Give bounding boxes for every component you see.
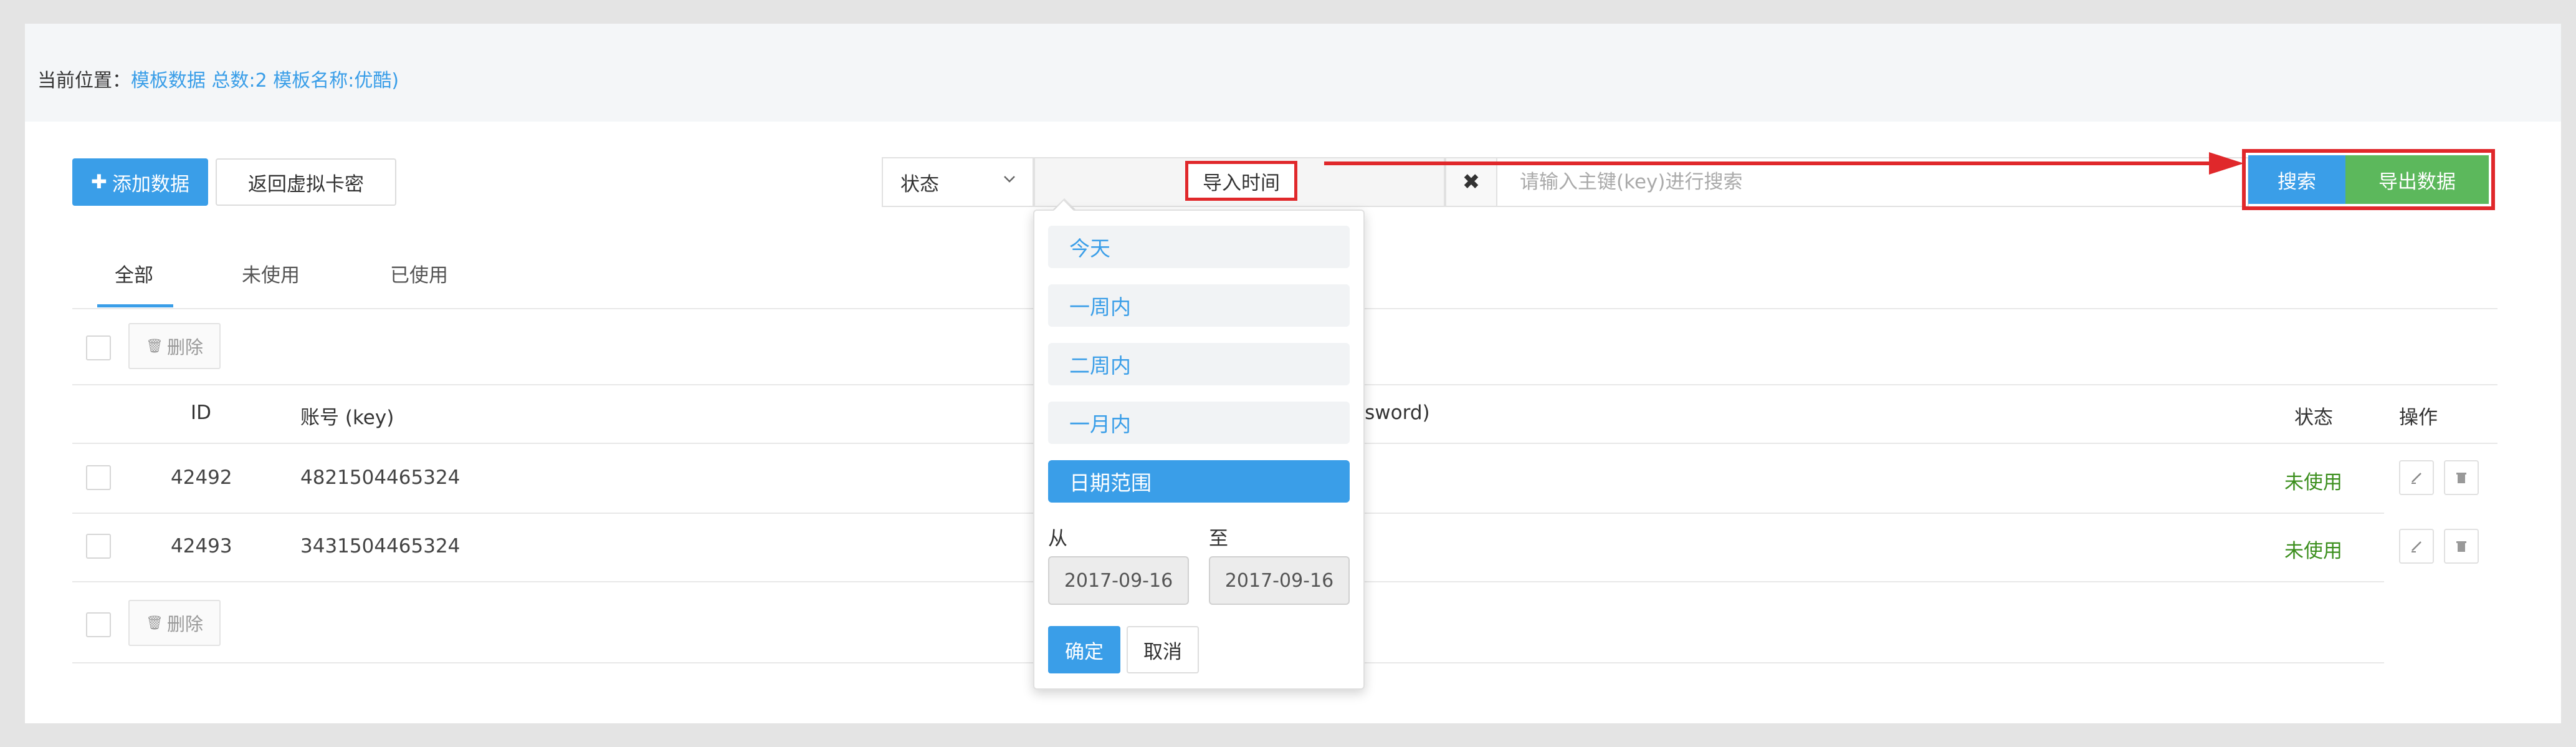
col-header-id: ID [191, 402, 212, 424]
bulk-delete-button[interactable]: 🗑 删除 [128, 323, 221, 369]
select-all-checkbox[interactable] [86, 612, 111, 637]
to-label: 至 [1209, 528, 1228, 550]
range-option-custom[interactable]: 日期范围 [1048, 460, 1350, 503]
bulk-delete-button[interactable]: 🗑 删除 [128, 600, 221, 646]
row-key: 3431504465324 [300, 535, 460, 557]
back-button[interactable]: 返回虚拟卡密 [216, 158, 396, 206]
col-header-status: 状态 [2294, 407, 2333, 429]
from-date-input[interactable]: 2017-09-16 [1048, 556, 1189, 605]
trash-icon: 🗑 [146, 615, 163, 631]
edit-icon[interactable] [2399, 460, 2434, 495]
trash-icon: 🗑 [146, 338, 163, 354]
breadcrumb-template: 模板名称:优酷) [273, 70, 399, 92]
date-range-dropdown: 今天 一周内 二周内 一月内 日期范围 从 至 2017-09-16 2017-… [1033, 201, 1365, 690]
bulk-delete-label: 删除 [166, 614, 203, 635]
breadcrumb-total: 总数:2 [211, 70, 267, 92]
status-select-label: 状态 [900, 173, 939, 196]
import-time-label[interactable]: 导入时间 [1185, 161, 1297, 201]
edit-icon[interactable] [2399, 529, 2434, 564]
dropdown-caret-inner [1053, 201, 1074, 211]
plus-icon: ✚ [91, 171, 107, 193]
chevron-down-icon [1001, 171, 1018, 191]
confirm-button[interactable]: 确定 [1048, 626, 1120, 673]
breadcrumb: 当前位置：模板数据 总数:2 模板名称:优酷) [37, 65, 399, 92]
active-tab-indicator [97, 304, 173, 307]
delete-icon[interactable] [2444, 460, 2479, 495]
range-option-today[interactable]: 今天 [1048, 226, 1350, 268]
range-option-week[interactable]: 一周内 [1048, 284, 1350, 327]
add-data-label: 添加数据 [112, 173, 189, 196]
range-option-month[interactable]: 一月内 [1048, 402, 1350, 444]
range-option-two-weeks[interactable]: 二周内 [1048, 343, 1350, 385]
add-data-button[interactable]: ✚ 添加数据 [72, 158, 208, 206]
status-select[interactable]: 状态 [882, 157, 1034, 207]
col-header-key: 账号 (key) [300, 407, 394, 429]
bulk-delete-label: 删除 [166, 337, 203, 358]
select-all-checkbox[interactable] [86, 335, 111, 360]
cancel-button[interactable]: 取消 [1127, 626, 1199, 673]
from-label: 从 [1048, 528, 1067, 550]
tab-used[interactable]: 已使用 [390, 259, 448, 287]
to-date-input[interactable]: 2017-09-16 [1209, 556, 1350, 605]
row-status: 未使用 [2284, 471, 2342, 494]
row-id: 42493 [171, 535, 232, 557]
highlight-box [2242, 149, 2495, 210]
tab-all[interactable]: 全部 [115, 259, 153, 287]
row-id: 42492 [171, 466, 232, 489]
col-header-password: ssword) [1355, 402, 1430, 424]
breadcrumb-section-link[interactable]: 模板数据 [131, 70, 206, 92]
breadcrumb-prefix: 当前位置： [37, 70, 131, 92]
row-status: 未使用 [2284, 540, 2342, 562]
row-checkbox[interactable] [86, 465, 111, 490]
col-header-ops: 操作 [2399, 407, 2438, 429]
row-key: 4821504465324 [300, 466, 460, 489]
annotation-arrow [1324, 152, 2244, 175]
row-checkbox[interactable] [86, 534, 111, 559]
breadcrumb-bar: 当前位置：模板数据 总数:2 模板名称:优酷) [25, 24, 2561, 122]
tab-unused[interactable]: 未使用 [242, 259, 300, 287]
delete-icon[interactable] [2444, 529, 2479, 564]
